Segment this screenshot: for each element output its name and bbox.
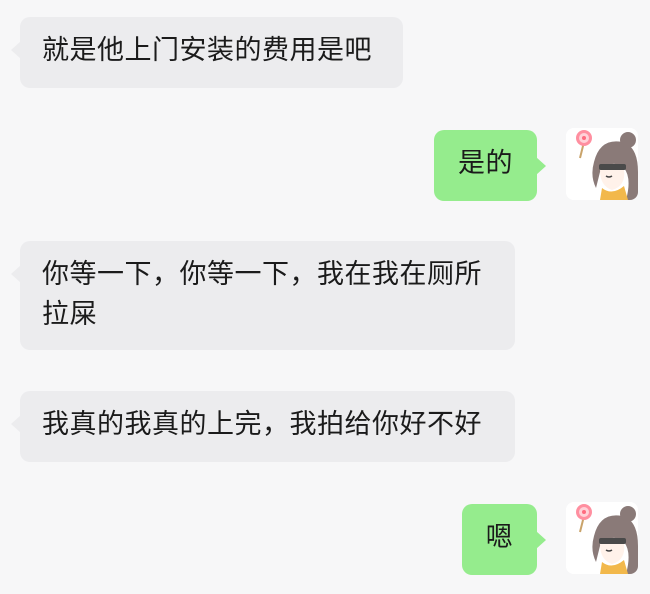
incoming-message-bubble[interactable]: 你等一下，你等一下，我在我在厕所拉屎: [11, 241, 515, 350]
message-text: 嗯: [485, 522, 514, 553]
message-text: 我真的我真的上完，我拍给你好不好: [42, 409, 482, 440]
outgoing-message-bubble[interactable]: 是的: [434, 130, 546, 201]
message-text: 你等一下，你等一下，我在我在厕所拉屎: [42, 259, 482, 330]
user-avatar[interactable]: [566, 502, 638, 574]
incoming-message-bubble[interactable]: 我真的我真的上完，我拍给你好不好: [11, 391, 515, 462]
anime-girl-avatar-icon: [566, 502, 638, 574]
user-avatar[interactable]: [566, 128, 638, 200]
chat-message-list[interactable]: 就是他上门安装的费用是吧 是的 你等一下，你等一下，我在我在厕所拉屎 我真的我真…: [0, 0, 650, 594]
outgoing-message-bubble[interactable]: 嗯: [462, 504, 546, 575]
incoming-message-bubble[interactable]: 就是他上门安装的费用是吧: [11, 17, 403, 88]
message-text: 是的: [458, 148, 513, 179]
anime-girl-avatar-icon: [566, 128, 638, 200]
message-text: 就是他上门安装的费用是吧: [42, 35, 372, 66]
